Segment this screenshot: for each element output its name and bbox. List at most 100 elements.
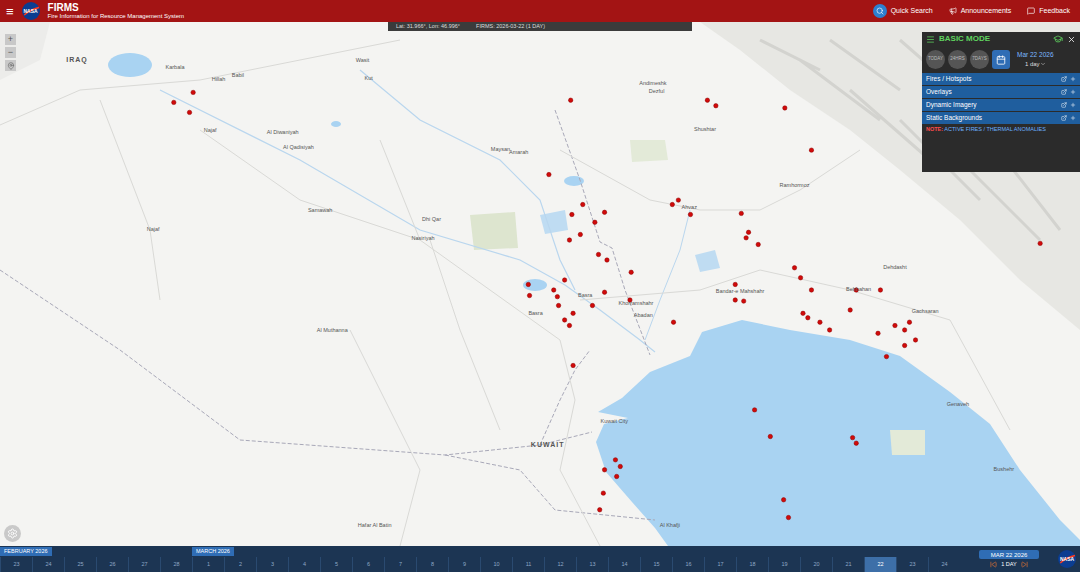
timeline-span[interactable]: 1 DAY bbox=[1001, 562, 1017, 568]
fire-hotspot-icon[interactable] bbox=[547, 172, 551, 176]
fire-hotspot-icon[interactable] bbox=[552, 288, 556, 292]
fire-hotspot-icon[interactable] bbox=[571, 363, 575, 367]
timeline-day[interactable]: 26 bbox=[96, 557, 128, 572]
timeline-day[interactable]: 25 bbox=[64, 557, 96, 572]
timeline-day[interactable]: 3 bbox=[256, 557, 288, 572]
timeline-day[interactable]: 8 bbox=[416, 557, 448, 572]
timeline-day[interactable]: 10 bbox=[480, 557, 512, 572]
fire-hotspot-icon[interactable] bbox=[670, 202, 674, 206]
fire-hotspot-icon[interactable] bbox=[593, 220, 597, 224]
fire-hotspot-icon[interactable] bbox=[876, 331, 880, 335]
fire-hotspot-icon[interactable] bbox=[714, 104, 718, 108]
fire-hotspot-icon[interactable] bbox=[602, 468, 606, 472]
panel-section[interactable]: Dynamic Imagery bbox=[922, 99, 1080, 111]
timeline-day[interactable]: 22 bbox=[864, 557, 896, 572]
timeline-day[interactable]: 24 bbox=[928, 557, 960, 572]
expand-icon[interactable] bbox=[1070, 89, 1076, 95]
calendar-button[interactable] bbox=[992, 50, 1010, 69]
fire-hotspot-icon[interactable] bbox=[902, 328, 906, 332]
timeline-day[interactable]: 11 bbox=[512, 557, 544, 572]
zoom-in-button[interactable]: + bbox=[5, 34, 16, 45]
timeline-day[interactable]: 23 bbox=[0, 557, 32, 572]
fire-hotspot-icon[interactable] bbox=[801, 311, 805, 315]
fire-hotspot-icon[interactable] bbox=[676, 198, 680, 202]
fire-hotspot-icon[interactable] bbox=[614, 474, 618, 478]
header-link[interactable]: Quick Search bbox=[873, 4, 933, 18]
timeline-day[interactable]: 1 bbox=[192, 557, 224, 572]
fire-hotspot-icon[interactable] bbox=[752, 408, 756, 412]
range-button[interactable]: 7DAYS bbox=[970, 50, 989, 69]
zoom-out-button[interactable]: − bbox=[5, 47, 16, 58]
fire-hotspot-icon[interactable] bbox=[878, 288, 882, 292]
popout-icon[interactable] bbox=[1061, 76, 1067, 82]
fire-hotspot-icon[interactable] bbox=[781, 498, 785, 502]
fire-hotspot-icon[interactable] bbox=[526, 282, 530, 286]
fire-hotspot-icon[interactable] bbox=[688, 212, 692, 216]
fire-hotspot-icon[interactable] bbox=[809, 288, 813, 292]
fire-hotspot-icon[interactable] bbox=[783, 106, 787, 110]
fire-hotspot-icon[interactable] bbox=[590, 303, 594, 307]
timeline-day[interactable]: 7 bbox=[384, 557, 416, 572]
fire-hotspot-icon[interactable] bbox=[792, 266, 796, 270]
fire-hotspot-icon[interactable] bbox=[191, 90, 195, 94]
tutorial-icon[interactable] bbox=[1053, 34, 1063, 44]
timeline-day[interactable]: 24 bbox=[32, 557, 64, 572]
fire-hotspot-icon[interactable] bbox=[629, 270, 633, 274]
header-link[interactable]: Feedback bbox=[1027, 6, 1070, 17]
fire-hotspot-icon[interactable] bbox=[567, 238, 571, 242]
fire-hotspot-icon[interactable] bbox=[613, 458, 617, 462]
timeline-day[interactable]: 12 bbox=[544, 557, 576, 572]
fire-hotspot-icon[interactable] bbox=[556, 303, 560, 307]
fire-hotspot-icon[interactable] bbox=[902, 343, 906, 347]
expand-icon[interactable] bbox=[1070, 102, 1076, 108]
fire-hotspot-icon[interactable] bbox=[806, 316, 810, 320]
fire-hotspot-icon[interactable] bbox=[581, 202, 585, 206]
timeline-day[interactable]: 19 bbox=[768, 557, 800, 572]
fire-hotspot-icon[interactable] bbox=[744, 236, 748, 240]
timeline-day[interactable]: 16 bbox=[672, 557, 704, 572]
fire-hotspot-icon[interactable] bbox=[187, 110, 191, 114]
fire-hotspot-icon[interactable] bbox=[907, 320, 911, 324]
timeline-day[interactable]: 14 bbox=[608, 557, 640, 572]
fire-hotspot-icon[interactable] bbox=[854, 441, 858, 445]
timeline-day[interactable]: 18 bbox=[736, 557, 768, 572]
timeline-day[interactable]: 4 bbox=[288, 557, 320, 572]
range-button[interactable]: 24HRS bbox=[948, 50, 967, 69]
fire-hotspot-icon[interactable] bbox=[1038, 241, 1042, 245]
fire-hotspot-icon[interactable] bbox=[602, 290, 606, 294]
timeline-day[interactable]: 5 bbox=[320, 557, 352, 572]
previous-icon[interactable] bbox=[990, 561, 997, 568]
fire-hotspot-icon[interactable] bbox=[733, 298, 737, 302]
fire-hotspot-icon[interactable] bbox=[568, 98, 572, 102]
fire-hotspot-icon[interactable] bbox=[850, 435, 854, 439]
timeline-day[interactable]: 13 bbox=[576, 557, 608, 572]
panel-section[interactable]: Fires / Hotspots bbox=[922, 73, 1080, 85]
fire-hotspot-icon[interactable] bbox=[827, 328, 831, 332]
fire-hotspot-icon[interactable] bbox=[602, 210, 606, 214]
timeline-day[interactable]: 23 bbox=[896, 557, 928, 572]
fire-hotspot-icon[interactable] bbox=[786, 515, 790, 519]
fire-hotspot-icon[interactable] bbox=[571, 311, 575, 315]
map-area[interactable]: IRAQKarbalaHillahBabilNajafAl DiwaniyahA… bbox=[0, 22, 1080, 546]
timeline-day[interactable]: 6 bbox=[352, 557, 384, 572]
fire-hotspot-icon[interactable] bbox=[742, 299, 746, 303]
expand-icon[interactable] bbox=[1070, 76, 1076, 82]
fire-hotspot-icon[interactable] bbox=[893, 323, 897, 327]
fire-hotspot-icon[interactable] bbox=[601, 491, 605, 495]
menu-button[interactable]: ≡ bbox=[6, 5, 14, 18]
fire-hotspot-icon[interactable] bbox=[567, 323, 571, 327]
fire-hotspot-icon[interactable] bbox=[818, 320, 822, 324]
timeline-day[interactable]: 15 bbox=[640, 557, 672, 572]
fire-hotspot-icon[interactable] bbox=[671, 320, 675, 324]
header-link[interactable]: Announcements bbox=[949, 6, 1012, 17]
popout-icon[interactable] bbox=[1061, 89, 1067, 95]
timeline-day[interactable]: 21 bbox=[832, 557, 864, 572]
selected-date[interactable]: Mar 22 2026 bbox=[1017, 52, 1054, 59]
next-icon[interactable] bbox=[1021, 561, 1028, 568]
fire-hotspot-icon[interactable] bbox=[598, 508, 602, 512]
fire-hotspot-icon[interactable] bbox=[705, 98, 709, 102]
timeline-day[interactable]: 2 bbox=[224, 557, 256, 572]
span-select[interactable]: 1 day bbox=[1025, 61, 1046, 67]
locate-button[interactable] bbox=[5, 60, 16, 71]
fire-hotspot-icon[interactable] bbox=[172, 100, 176, 104]
